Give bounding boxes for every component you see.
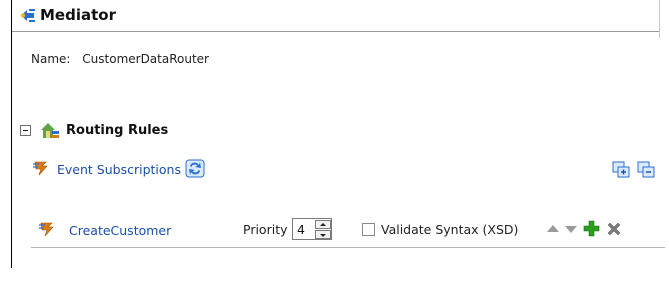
name-value: CustomerDataRouter <box>82 52 209 66</box>
event-subscriptions-row: Event Subscriptions <box>33 159 663 180</box>
mediator-header: Mediator <box>12 0 659 32</box>
rule-name-link[interactable]: CreateCustomer <box>69 223 171 238</box>
right-border <box>659 0 660 38</box>
rule-divider <box>31 247 665 248</box>
event-lightning-icon <box>33 161 48 176</box>
refresh-subscriptions-icon[interactable] <box>185 159 205 178</box>
name-field: Name: CustomerDataRouter <box>31 52 209 66</box>
priority-value[interactable]: 4 <box>297 222 305 237</box>
name-label: Name: <box>31 52 71 66</box>
collapse-all-icon[interactable] <box>637 161 655 178</box>
routing-rules-icon <box>41 123 59 138</box>
add-rule-icon[interactable] <box>583 220 600 237</box>
section-title: Routing Rules <box>66 123 169 138</box>
routing-rules-header: Routing Rules <box>20 123 665 141</box>
event-subscriptions-link[interactable]: Event Subscriptions <box>57 162 181 177</box>
expand-all-icon[interactable] <box>612 161 630 178</box>
priority-decrement-button[interactable] <box>315 230 331 239</box>
move-down-icon[interactable] <box>565 226 577 233</box>
priority-label: Priority <box>243 222 288 237</box>
priority-increment-button[interactable] <box>315 220 331 229</box>
validate-syntax-label: Validate Syntax (XSD) <box>381 222 519 237</box>
validate-syntax-checkbox[interactable] <box>362 223 375 236</box>
rule-lightning-icon <box>39 222 54 237</box>
mediator-icon <box>20 9 35 22</box>
collapse-toggle[interactable] <box>20 125 31 136</box>
routing-rule-row: CreateCustomer Priority 4 Validate Synta… <box>33 218 663 242</box>
delete-rule-icon[interactable] <box>606 221 622 237</box>
move-up-icon[interactable] <box>547 225 559 232</box>
page-title: Mediator <box>40 6 116 24</box>
priority-spinner[interactable]: 4 <box>292 218 332 240</box>
left-border <box>11 0 12 268</box>
